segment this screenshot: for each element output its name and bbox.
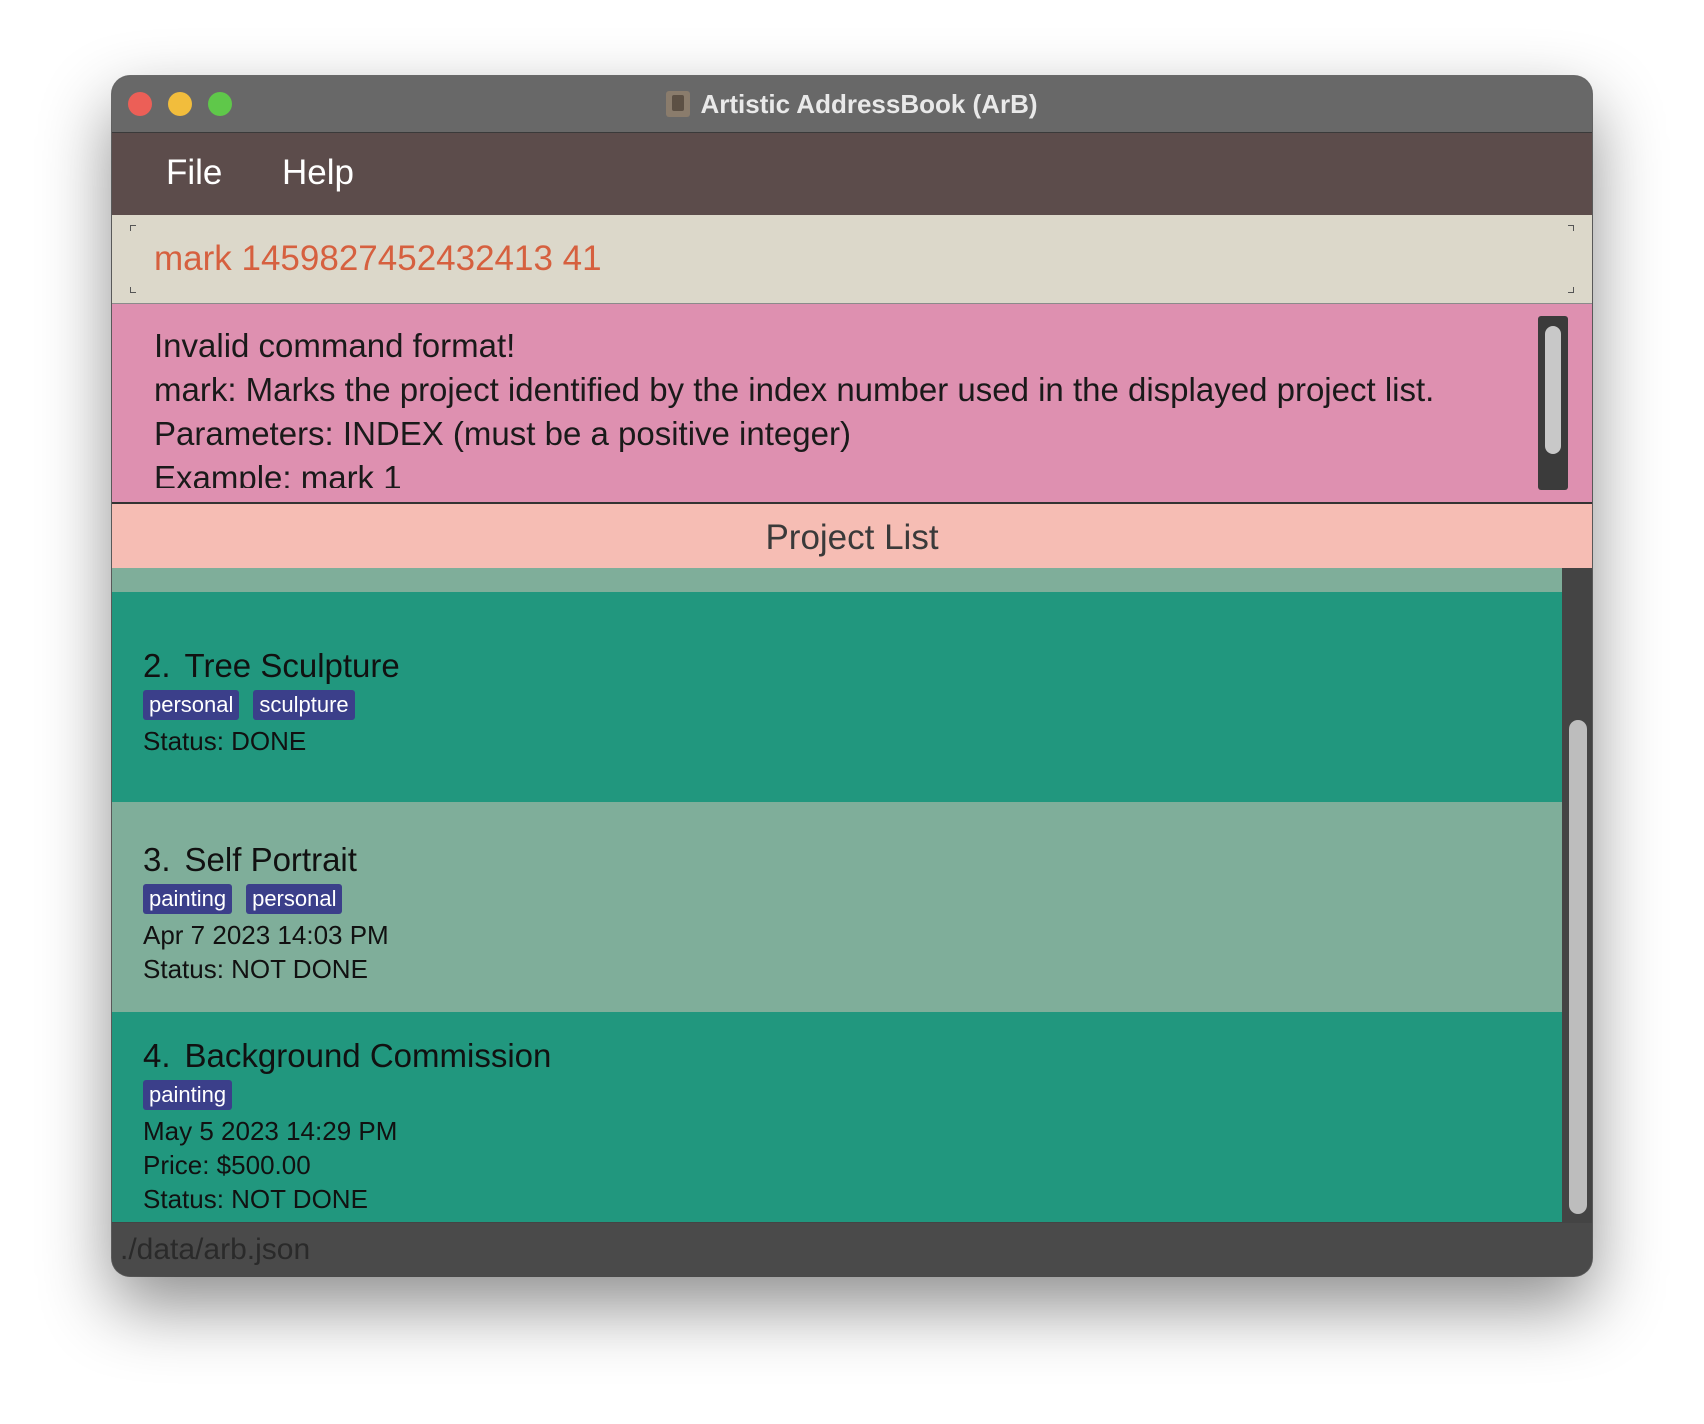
title-bar[interactable]: Artistic AddressBook (ArB) — [112, 76, 1592, 133]
project-index: 3. — [143, 841, 171, 878]
result-scrollbar[interactable] — [1538, 316, 1568, 490]
list-item[interactable]: 3. Self Portrait painting personal Apr 7 … — [112, 802, 1562, 1012]
project-index: 4. — [143, 1037, 171, 1074]
app-icon — [666, 91, 691, 117]
tag: personal — [143, 690, 240, 720]
project-title: 3. Self Portrait — [143, 838, 389, 882]
project-status: Status: NOT DONE — [143, 954, 368, 984]
tag-list: painting personal — [143, 884, 389, 914]
command-input-box[interactable]: mark 1459827452432413 41 — [112, 215, 1592, 304]
result-line: mark: Marks the project identified by th… — [154, 371, 1435, 408]
project-name: Self Portrait — [184, 841, 357, 878]
status-bar: ./data/arb.json — [112, 1223, 1592, 1276]
menu-file[interactable]: File — [166, 153, 222, 193]
tag: painting — [143, 1080, 233, 1110]
list-item[interactable]: 2. Tree Sculpture personal sculpture Stat… — [112, 592, 1562, 802]
app-window: Artistic AddressBook (ArB) File Help mar… — [112, 76, 1592, 1276]
list-item[interactable]: 4. Background Commission painting May 5 2… — [112, 1012, 1562, 1222]
project-price: Price: $500.00 — [143, 1150, 311, 1180]
result-scrollbar-thumb[interactable] — [1545, 326, 1561, 454]
window-title: Artistic AddressBook (ArB) — [700, 88, 1038, 119]
menu-bar: File Help — [112, 133, 1592, 215]
project-title: 2. Tree Sculpture — [143, 644, 400, 688]
project-list-title: Project List — [765, 518, 939, 557]
tag: painting — [143, 884, 233, 914]
project-list-scrollbar-thumb[interactable] — [1569, 720, 1587, 1214]
tag: sculpture — [253, 690, 355, 720]
project-name: Tree Sculpture — [184, 647, 400, 684]
project-index: 2. — [143, 647, 171, 684]
project-list: 2. Tree Sculpture personal sculpture Stat… — [112, 568, 1562, 1222]
tag-list: personal sculpture — [143, 690, 400, 720]
project-status: Status: DONE — [143, 726, 307, 756]
tag-list: painting — [143, 1080, 551, 1110]
result-text: Invalid command format! mark: Marks the … — [154, 324, 1494, 488]
data-file-path: ./data/arb.json — [120, 1233, 311, 1266]
project-list-header: Project List — [112, 504, 1592, 568]
project-name: Background Commission — [184, 1037, 552, 1074]
project-deadline: May 5 2023 14:29 PM — [143, 1116, 398, 1146]
list-item-partial[interactable] — [112, 568, 1562, 592]
project-status: Status: NOT DONE — [143, 1184, 368, 1214]
project-list-scrollbar[interactable] — [1562, 568, 1592, 1222]
project-title: 4. Background Commission — [143, 1034, 551, 1078]
result-line: Parameters: INDEX (must be a positive in… — [154, 415, 851, 452]
result-line: Invalid command format! — [154, 327, 516, 364]
tag: personal — [246, 884, 343, 914]
menu-help[interactable]: Help — [282, 153, 354, 193]
command-input[interactable]: mark 1459827452432413 41 — [154, 239, 602, 279]
result-display: Invalid command format! mark: Marks the … — [112, 304, 1592, 504]
result-line: Example: mark 1 — [154, 459, 402, 488]
project-deadline: Apr 7 2023 14:03 PM — [143, 920, 389, 950]
